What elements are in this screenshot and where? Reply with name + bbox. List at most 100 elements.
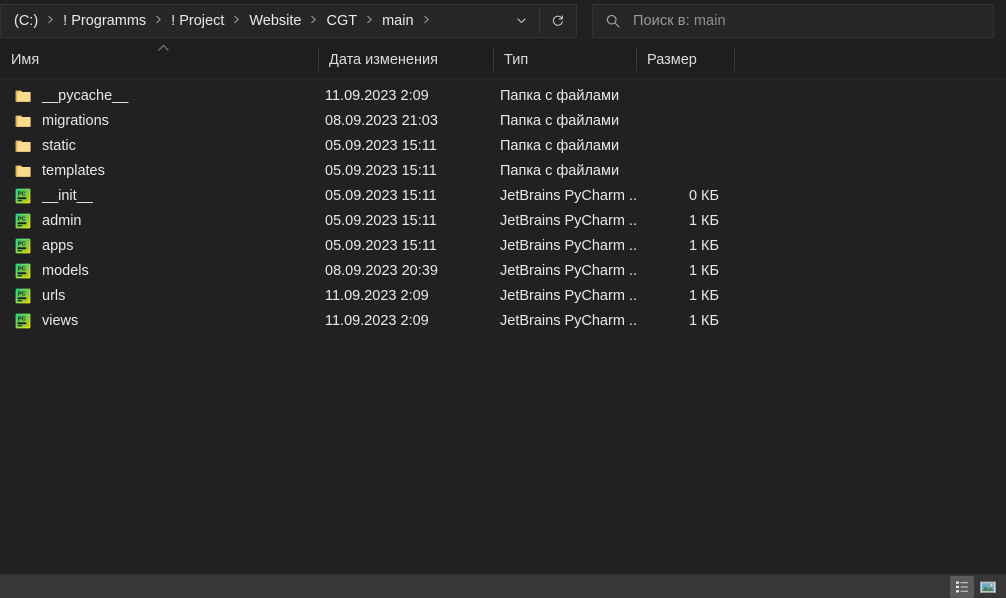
file-type-cell: JetBrains PyCharm ...	[500, 287, 636, 304]
breadcrumb-item[interactable]: CGT	[321, 8, 362, 34]
file-list[interactable]: __pycache__ 11.09.2023 2:09 Папка с файлам…	[0, 79, 1006, 574]
folder-icon	[15, 165, 31, 177]
svg-text:PC: PC	[18, 266, 26, 272]
sort-ascending-icon	[158, 44, 169, 51]
file-name-label: __pycache__	[42, 87, 129, 104]
chevron-right-icon	[423, 15, 429, 24]
breadcrumb-separator	[229, 15, 244, 24]
pycharm-file-icon: PC	[15, 213, 31, 228]
search-placeholder: Поиск в: main	[633, 12, 726, 29]
refresh-button[interactable]	[540, 5, 576, 37]
file-date-cell: 05.09.2023 15:11	[325, 137, 437, 154]
file-type-cell: Папка с файлами	[500, 162, 620, 179]
address-history-button[interactable]	[503, 5, 539, 37]
breadcrumb-separator	[43, 15, 58, 24]
pycharm-file-icon: PC	[15, 288, 31, 303]
file-name-cell[interactable]: PC admin	[0, 212, 318, 230]
pycharm-file-icon: PC	[15, 263, 31, 278]
file-name-cell[interactable]: static	[0, 137, 318, 155]
file-date-cell: 05.09.2023 15:11	[325, 212, 437, 229]
svg-text:PC: PC	[18, 316, 26, 322]
file-row[interactable]: migrations 08.09.2023 21:03 Папка с файлам…	[0, 108, 1006, 133]
details-view-icon	[956, 581, 968, 592]
file-date-cell: 11.09.2023 2:09	[325, 287, 429, 304]
file-size-cell: 1 КБ	[688, 262, 719, 279]
breadcrumb-separator	[151, 15, 166, 24]
file-name-label: static	[42, 137, 76, 154]
file-name-cell[interactable]: PC urls	[0, 287, 318, 305]
chevron-right-icon	[48, 15, 53, 24]
file-name-cell[interactable]: migrations	[0, 112, 318, 130]
column-header-size[interactable]: Размер	[636, 41, 734, 78]
file-row[interactable]: PC models 08.09.2023 20:39 JetBrains PyChar…	[0, 258, 1006, 283]
folder-icon	[15, 90, 31, 102]
breadcrumb[interactable]: (C:) ! Programms ! Project Website CGT main	[1, 5, 503, 37]
pycharm-file-icon: PC	[15, 313, 31, 328]
column-header-type[interactable]: Тип	[493, 41, 636, 78]
search-input[interactable]: Поиск в: main	[592, 3, 994, 38]
file-row[interactable]: PC urls 11.09.2023 2:09 JetBrains PyCharm .…	[0, 283, 1006, 308]
refresh-icon	[552, 14, 563, 26]
file-date-cell: 05.09.2023 15:11	[325, 187, 437, 204]
chevron-right-icon	[367, 15, 372, 24]
column-header-type-label: Тип	[504, 51, 529, 68]
file-name-cell[interactable]: PC __init__	[0, 187, 318, 205]
file-row[interactable]: PC admin 05.09.2023 15:11 JetBrains PyCharm…	[0, 208, 1006, 233]
file-size-cell: 1 КБ	[688, 312, 719, 329]
chevron-right-icon	[156, 15, 161, 24]
file-date-cell: 11.09.2023 2:09	[325, 312, 429, 329]
explorer-toolbar: (C:) ! Programms ! Project Website CGT main П…	[0, 0, 1006, 41]
details-view-button[interactable]	[950, 575, 974, 598]
breadcrumb-separator	[362, 15, 377, 24]
file-row[interactable]: PC __init__ 05.09.2023 15:11 JetBrains PyCh…	[0, 183, 1006, 208]
file-name-cell[interactable]: PC apps	[0, 237, 318, 255]
breadcrumb-item[interactable]: Website	[244, 8, 306, 34]
file-row[interactable]: PC apps 05.09.2023 15:11 JetBrains PyCharm …	[0, 233, 1006, 258]
breadcrumb-item[interactable]: ! Project	[166, 8, 229, 34]
file-type-cell: JetBrains PyCharm ...	[500, 262, 636, 279]
chevron-right-icon	[311, 15, 317, 24]
file-name-cell[interactable]: PC models	[0, 262, 318, 280]
file-name-cell[interactable]: PC views	[0, 312, 318, 330]
svg-text:PC: PC	[18, 191, 26, 197]
file-type-cell: JetBrains PyCharm ...	[500, 187, 636, 204]
file-date-cell: 08.09.2023 20:39	[325, 262, 438, 279]
column-header-filler[interactable]	[734, 41, 1006, 78]
column-header-date-label: Дата изменения	[329, 51, 438, 68]
column-header-date[interactable]: Дата изменения	[318, 41, 493, 78]
chevron-right-icon	[234, 15, 240, 24]
folder-icon	[15, 115, 31, 127]
breadcrumb-item[interactable]: ! Programms	[58, 8, 151, 34]
svg-text:PC: PC	[18, 216, 26, 222]
file-name-label: migrations	[42, 112, 109, 129]
file-type-cell: Папка с файлами	[500, 112, 620, 129]
file-name-cell[interactable]: templates	[0, 162, 318, 180]
file-name-label: models	[42, 262, 89, 279]
address-bar[interactable]: (C:) ! Programms ! Project Website CGT main	[0, 3, 577, 38]
file-row[interactable]: PC views 11.09.2023 2:09 JetBrains PyCharm …	[0, 308, 1006, 333]
file-date-cell: 05.09.2023 15:11	[325, 237, 437, 254]
file-size-cell: 0 КБ	[688, 187, 719, 204]
breadcrumb-item[interactable]: main	[377, 8, 418, 34]
thumbnail-view-button[interactable]	[976, 576, 1000, 598]
file-type-cell: Папка с файлами	[500, 87, 620, 104]
breadcrumb-separator[interactable]	[419, 15, 434, 24]
breadcrumb-item[interactable]: (C:)	[9, 8, 43, 34]
file-name-label: templates	[42, 162, 105, 179]
file-type-cell: JetBrains PyCharm ...	[500, 237, 636, 254]
column-header-row: Имя Дата изменения Тип Размер	[0, 41, 1006, 79]
file-name-label: urls	[42, 287, 66, 304]
file-date-cell: 05.09.2023 15:11	[325, 162, 437, 179]
file-row[interactable]: static 05.09.2023 15:11 Папка с файлами	[0, 133, 1006, 158]
svg-text:PC: PC	[18, 291, 26, 297]
file-name-cell[interactable]: __pycache__	[0, 87, 318, 105]
file-row[interactable]: templates 05.09.2023 15:11 Папка с файлами	[0, 158, 1006, 183]
file-date-cell: 08.09.2023 21:03	[325, 112, 438, 129]
chevron-down-icon	[516, 18, 526, 24]
file-name-label: __init__	[42, 187, 93, 204]
file-type-cell: JetBrains PyCharm ...	[500, 312, 636, 329]
file-name-label: admin	[42, 212, 82, 229]
file-size-cell: 1 КБ	[688, 237, 719, 254]
file-row[interactable]: __pycache__ 11.09.2023 2:09 Папка с файлам…	[0, 83, 1006, 108]
file-name-label: views	[42, 312, 79, 329]
